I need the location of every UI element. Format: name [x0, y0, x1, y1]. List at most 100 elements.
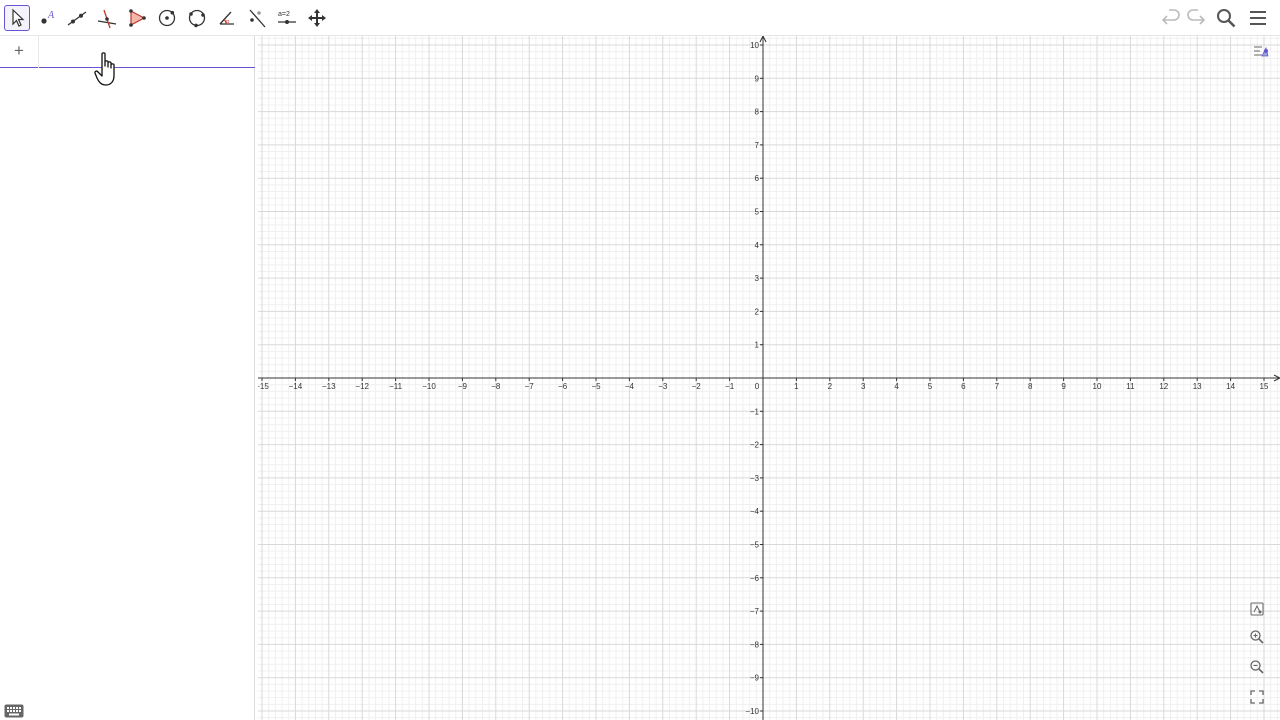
line-tool[interactable] [64, 5, 90, 31]
y-tick-label: −2 [750, 441, 760, 450]
svg-text:A: A [47, 10, 55, 21]
home-button[interactable] [1246, 598, 1268, 620]
y-tick-label: 3 [755, 274, 760, 283]
algebra-panel: + [0, 36, 255, 720]
x-tick-label: 10 [1093, 382, 1102, 391]
search-button[interactable] [1213, 5, 1239, 31]
point-tool[interactable]: A [34, 5, 60, 31]
x-tick-label: −6 [558, 382, 568, 391]
x-tick-label: −14 [289, 382, 303, 391]
move-tool[interactable] [4, 5, 30, 31]
style-bar-button[interactable] [1250, 40, 1272, 62]
search-icon [1217, 9, 1236, 28]
algebra-input[interactable] [44, 40, 244, 64]
slider-icon: a=2 [278, 11, 296, 24]
y-tick-label: 5 [755, 208, 760, 217]
y-tick-label: −4 [750, 507, 760, 516]
svg-text:a=2: a=2 [278, 11, 290, 18]
coordinate-grid[interactable]: −15−14−13−12−11−10−9−8−7−6−5−4−3−2−10123… [258, 36, 1280, 720]
polygon-icon [129, 9, 146, 27]
y-tick-label: −9 [750, 674, 760, 683]
fullscreen-icon [1250, 690, 1264, 704]
keyboard-button[interactable] [4, 704, 24, 718]
fullscreen-button[interactable] [1246, 686, 1268, 708]
undo-button[interactable] [1158, 5, 1184, 31]
y-tick-label: −1 [750, 407, 760, 416]
y-tick-label: −10 [745, 707, 759, 716]
x-tick-label: −4 [625, 382, 635, 391]
x-tick-label: −12 [355, 382, 369, 391]
x-tick-label: −5 [591, 382, 601, 391]
x-tick-label: 4 [894, 382, 899, 391]
move-graphics-tool[interactable] [304, 5, 330, 31]
add-button[interactable]: + [10, 41, 28, 61]
perpendicular-icon [97, 9, 117, 29]
x-tick-label: −9 [458, 382, 468, 391]
y-tick-label: 2 [755, 307, 760, 316]
menu-button[interactable] [1245, 5, 1271, 31]
geogebra-app: A α a=2 + 15 −14 −13 −12 −11 −10 −9 −8 −… [0, 0, 1280, 720]
x-tick-label: −11 [389, 382, 403, 391]
point-icon: A [41, 10, 55, 24]
zoom-out-button[interactable] [1246, 656, 1268, 678]
x-tick-label: 12 [1159, 382, 1168, 391]
x-tick-label: −8 [491, 382, 501, 391]
y-tick-label: −7 [750, 607, 760, 616]
y-tick-label: −3 [750, 474, 760, 483]
y-tick-label: 9 [755, 74, 760, 83]
y-tick-label: 7 [755, 141, 760, 150]
line-icon [67, 11, 87, 26]
slider-tool[interactable]: a=2 [274, 5, 300, 31]
y-tick-label: 8 [755, 108, 760, 117]
home-icon [1250, 602, 1264, 616]
graphics-view[interactable]: −15−14−13−12−11−10−9−8−7−6−5−4−3−2−10123… [258, 36, 1280, 720]
circle-three-points-tool[interactable] [184, 5, 210, 31]
y-tick-label: −8 [750, 640, 760, 649]
x-tick-label: −15 [258, 382, 269, 391]
y-tick-label: 10 [750, 41, 759, 50]
x-tick-label: −10 [422, 382, 436, 391]
redo-button[interactable] [1183, 5, 1209, 31]
algebra-input-row: + [0, 36, 255, 68]
circle-tool[interactable] [154, 5, 180, 31]
x-tick-label: −1 [725, 382, 735, 391]
y-tick-label: −6 [750, 574, 760, 583]
angle-tool[interactable]: α [214, 5, 240, 31]
x-tick-label: −2 [692, 382, 702, 391]
x-tick-label: 13 [1193, 382, 1202, 391]
x-tick-label: 8 [1028, 382, 1033, 391]
x-tick-label: 5 [928, 382, 933, 391]
y-tick-label: −5 [750, 541, 760, 550]
toolbar: A α a=2 [0, 0, 1280, 36]
angle-icon: α [219, 11, 234, 25]
perpendicular-tool[interactable] [94, 5, 120, 31]
undo-icon [1161, 9, 1180, 25]
zoom-in-icon [1250, 630, 1264, 644]
style-bar-icon [1254, 46, 1269, 57]
x-tick-label: 2 [828, 382, 833, 391]
zoom-in-button[interactable] [1246, 626, 1268, 648]
circle-three-points-icon [188, 9, 206, 28]
x-tick-label: 1 [794, 382, 799, 391]
circle-center-icon [158, 9, 176, 27]
reflect-tool[interactable] [244, 5, 270, 31]
y-tick-label: 6 [755, 174, 760, 183]
divider [38, 36, 39, 68]
x-tick-label: 9 [1061, 382, 1066, 391]
x-tick-label: 14 [1226, 382, 1235, 391]
zoom-out-icon [1250, 660, 1264, 674]
move-graphics-icon [308, 9, 326, 27]
x-tick-label: 0 [755, 382, 760, 391]
x-tick-label: 6 [961, 382, 966, 391]
polygon-tool[interactable] [124, 5, 150, 31]
arrow-pointer-icon [12, 8, 25, 27]
redo-icon [1187, 9, 1206, 25]
x-tick-label: −3 [658, 382, 668, 391]
reflect-icon [249, 9, 266, 28]
x-tick-label: 11 [1126, 382, 1135, 391]
y-tick-label: 1 [755, 341, 760, 350]
menu-icon [1250, 11, 1266, 25]
y-tick-label: 4 [755, 241, 760, 250]
x-tick-label: −7 [525, 382, 535, 391]
x-tick-label: 15 [1260, 382, 1269, 391]
